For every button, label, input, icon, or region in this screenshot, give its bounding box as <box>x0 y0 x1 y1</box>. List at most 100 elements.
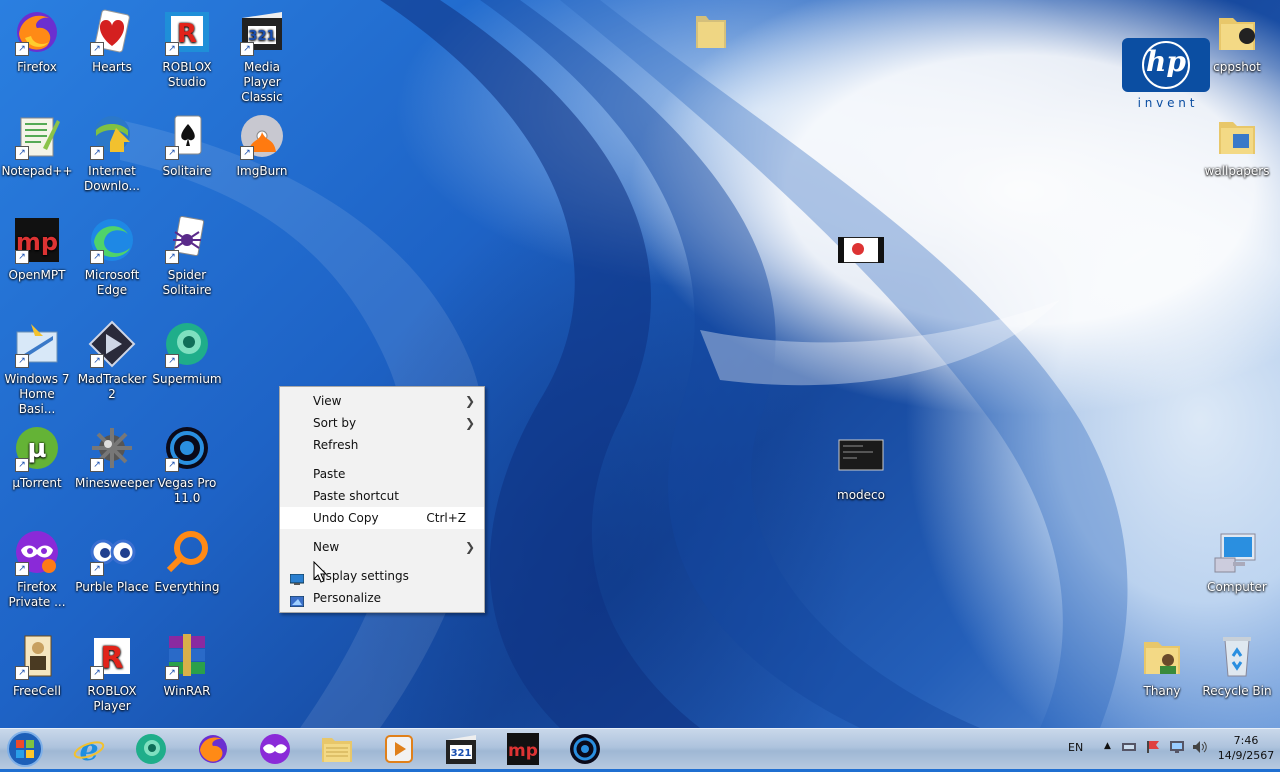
display-icon <box>289 570 305 585</box>
taskbar-vegas-button[interactable] <box>568 732 602 766</box>
desktop-icon-madtracker[interactable]: ↗ MadTracker 2 <box>75 320 149 402</box>
folder-icon[interactable] <box>694 10 728 50</box>
media-player-classic-icon: 321 <box>446 735 476 764</box>
taskbar-openmpt-button[interactable]: mp <box>506 732 540 766</box>
language-indicator[interactable]: EN <box>1068 741 1083 754</box>
desktop-icon-supermium[interactable]: ↗ Supermium <box>150 320 224 387</box>
file-explorer-icon <box>322 738 352 762</box>
desktop[interactable]: hp i n v e n t ↗ Firefox ↗ Notepad++ mp … <box>0 0 1280 728</box>
desktop-icon-label: FreeCell <box>13 684 61 698</box>
mouse-cursor-icon <box>313 560 328 587</box>
context-menu-item-display-settings[interactable]: Display settings <box>280 565 484 587</box>
hp-logo-box: hp <box>1122 38 1210 92</box>
roblox-player-icon: R ↗ <box>88 632 136 680</box>
personalize-icon <box>289 592 305 608</box>
desktop-icon-firefox[interactable]: ↗ Firefox <box>0 8 74 75</box>
desktop-icon-idm[interactable]: ↗ Internet Downlo... <box>75 112 149 194</box>
show-hidden-icons-button[interactable]: ▲ <box>1104 741 1111 751</box>
shortcut-arrow-icon: ↗ <box>165 250 179 264</box>
shortcut-arrow-icon: ↗ <box>165 146 179 160</box>
desktop-icon-mpc[interactable]: 321 ↗ Media Player Classic <box>225 8 299 105</box>
desktop-icon-minesweeper[interactable]: ↗ Minesweeper <box>75 424 155 491</box>
shortcut-arrow-icon: ↗ <box>15 458 29 472</box>
shortcut-arrow-icon: ↗ <box>90 250 104 264</box>
folder-icon <box>1213 8 1261 56</box>
context-menu-item-paste-shortcut[interactable]: Paste shortcut <box>280 485 484 507</box>
chevron-right-icon: ❯ <box>464 394 475 408</box>
volume-icon[interactable] <box>1192 740 1208 757</box>
desktop-icon-label: Thany <box>1143 684 1181 698</box>
shortcut-arrow-icon: ↗ <box>165 42 179 56</box>
context-menu-item-sort-by[interactable]: Sort by ❯ <box>280 412 484 434</box>
taskbar-ie-button[interactable]: e <box>72 732 106 768</box>
firefox-private-icon <box>260 734 290 764</box>
desktop-icon-purble[interactable]: ↗ Purble Place <box>75 528 149 595</box>
desktop-icon-label: Everything <box>154 580 220 594</box>
desktop-icon-openmpt[interactable]: mp ↗ OpenMPT <box>0 216 74 283</box>
desktop-icon-win7[interactable]: ↗ Windows 7 Home Basi... <box>0 320 74 417</box>
desktop-icon-freecell[interactable]: ↗ FreeCell <box>0 632 74 699</box>
roblox-studio-icon: R ↗ <box>163 8 211 56</box>
taskbar-media-player-button[interactable] <box>382 732 416 766</box>
desktop-icon-everything[interactable]: Everything <box>150 528 224 595</box>
context-menu-item-paste[interactable]: Paste <box>280 463 484 485</box>
shortcut-arrow-icon: ↗ <box>90 666 104 680</box>
firefox-icon: ↗ <box>13 8 61 56</box>
svg-text:µ: µ <box>27 434 46 464</box>
desktop-icon-edge[interactable]: ↗ Microsoft Edge <box>75 216 149 298</box>
taskbar-firefox-button[interactable] <box>196 732 230 766</box>
taskbar-supermium-button[interactable] <box>134 732 168 766</box>
desktop-icon-recycle[interactable]: Recycle Bin <box>1200 632 1274 699</box>
recycle-bin-icon <box>1213 632 1261 680</box>
desktop-icon-vegas[interactable]: ↗ Vegas Pro 11.0 <box>150 424 224 506</box>
desktop-icon-label: Supermium <box>152 372 222 386</box>
menu-item-label: Display settings <box>313 569 409 583</box>
desktop-icon-modeco[interactable]: modeco <box>824 436 898 503</box>
context-menu-item-new[interactable]: New ❯ <box>280 536 484 558</box>
desktop-icon-computer[interactable]: Computer <box>1200 528 1274 595</box>
monitor-icon[interactable] <box>1170 740 1184 757</box>
shortcut-arrow-icon: ↗ <box>15 354 29 368</box>
context-menu-item-undo-copy[interactable]: Undo Copy Ctrl+Z <box>280 507 484 529</box>
desktop-icon-notepadpp[interactable]: ↗ Notepad++ <box>0 112 74 179</box>
shortcut-arrow-icon: ↗ <box>15 42 29 56</box>
desktop-icon-label: Spider Solitaire <box>162 268 212 297</box>
desktop-icon-label: Computer <box>1207 580 1267 594</box>
taskbar-ffprivate-button[interactable] <box>258 732 292 766</box>
windows-logo-icon <box>7 731 43 767</box>
desktop-icon-roblox-studio[interactable]: R ↗ ROBLOX Studio <box>150 8 224 90</box>
shortcut-arrow-icon: ↗ <box>15 146 29 160</box>
notepadpp-icon: ↗ <box>13 112 61 160</box>
action-center-flag-icon[interactable] <box>1146 740 1160 757</box>
desktop-icon-label: Notepad++ <box>1 164 73 178</box>
taskbar-explorer-button[interactable] <box>320 732 354 766</box>
desktop-icon-label: Minesweeper <box>75 476 155 490</box>
desktop-icon-solitaire[interactable]: ↗ Solitaire <box>150 112 224 179</box>
desktop-icon-hearts[interactable]: ↗ Hearts <box>75 8 149 75</box>
context-menu-item-personalize[interactable]: Personalize <box>280 587 484 609</box>
desktop-icon-spider[interactable]: ↗ Spider Solitaire <box>150 216 224 298</box>
hp-logo: hp i n v e n t <box>1122 38 1210 118</box>
context-menu-item-refresh[interactable]: Refresh <box>280 434 484 456</box>
desktop-icon-thany[interactable]: Thany <box>1125 632 1199 699</box>
image-thumbnail-icon[interactable] <box>837 236 885 264</box>
chevron-right-icon: ❯ <box>464 540 475 554</box>
desktop-icon-label: ROBLOX Studio <box>162 60 212 89</box>
context-menu-item-view[interactable]: View ❯ <box>280 390 484 412</box>
desktop-icon-wallpapers[interactable]: wallpapers <box>1200 112 1274 179</box>
desktop-icon-label: cppshot <box>1213 60 1261 74</box>
network-icon[interactable] <box>1122 741 1136 756</box>
start-button[interactable] <box>6 730 44 768</box>
desktop-icon-imgburn[interactable]: ↗ ImgBurn <box>225 112 299 179</box>
desktop-icon-roblox-player[interactable]: R ↗ ROBLOX Player <box>75 632 149 714</box>
desktop-icon-cppshot[interactable]: cppshot <box>1200 8 1274 75</box>
svg-text:R: R <box>177 19 197 49</box>
vegas-pro-icon <box>570 734 600 764</box>
desktop-icon-utorrent[interactable]: µ ↗ µTorrent <box>0 424 74 491</box>
desktop-icon-winrar[interactable]: ↗ WinRAR <box>150 632 224 699</box>
desktop-icon-label: modeco <box>837 488 885 502</box>
taskbar-mpc-button[interactable]: 321 <box>444 732 478 766</box>
desktop-icon-ffprivate[interactable]: ↗ Firefox Private ... <box>0 528 74 610</box>
openmpt-icon: mp <box>507 733 539 765</box>
clock[interactable]: 7:46 14/9/2567 <box>1216 733 1276 763</box>
